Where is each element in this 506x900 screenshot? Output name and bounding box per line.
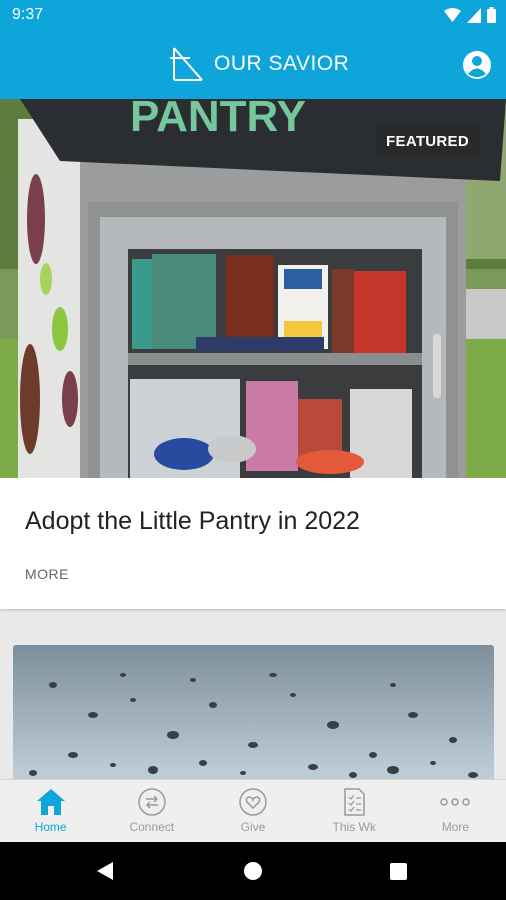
status-icons	[444, 7, 496, 23]
featured-card-image[interactable]: PANTRY FEATURED	[0, 99, 506, 478]
bottom-tab-bar: Home Connect Give This Wk More	[0, 779, 506, 842]
signal-icon	[467, 7, 481, 23]
tab-home-label: Home	[34, 820, 67, 834]
featured-card-more-link[interactable]: MORE	[25, 566, 69, 582]
home-icon	[36, 789, 65, 815]
raindrops-photo	[13, 645, 494, 779]
tab-give-label: Give	[240, 820, 266, 834]
church-logo-icon	[170, 47, 203, 81]
tab-connect-label: Connect	[129, 820, 175, 834]
brand: OUR SAVIOR	[168, 46, 349, 82]
featured-card-title[interactable]: Adopt the Little Pantry in 2022	[25, 507, 360, 536]
connect-icon	[138, 788, 166, 816]
battery-icon	[487, 7, 496, 23]
tab-this-week-label: This Wk	[332, 820, 376, 834]
status-bar: 9:37	[0, 0, 506, 30]
status-time: 9:37	[12, 6, 44, 23]
profile-button[interactable]	[462, 50, 492, 80]
home-button-icon[interactable]	[244, 862, 262, 880]
tab-this-week[interactable]: This Wk	[304, 780, 405, 842]
give-icon	[239, 788, 267, 816]
this-week-icon	[344, 788, 365, 816]
content-feed[interactable]: PANTRY FEATURED Adopt the Little Pantry …	[0, 99, 506, 779]
user-icon	[463, 51, 491, 79]
back-icon[interactable]	[97, 862, 113, 880]
featured-badge: FEATURED	[375, 125, 480, 158]
tab-give[interactable]: Give	[202, 780, 303, 842]
recents-icon[interactable]	[390, 863, 407, 880]
tab-more[interactable]: More	[405, 780, 506, 842]
more-icon	[440, 798, 471, 806]
pantry-sign-text: PANTRY	[130, 99, 306, 141]
second-card-image[interactable]	[13, 645, 494, 779]
wifi-icon	[444, 7, 461, 22]
tab-more-label: More	[441, 820, 470, 834]
tab-connect[interactable]: Connect	[101, 780, 202, 842]
system-navigation-bar	[0, 842, 506, 900]
app-title: OUR SAVIOR	[214, 52, 350, 75]
system-nav-buttons	[97, 862, 407, 880]
app-bar: OUR SAVIOR	[0, 30, 506, 99]
featured-card[interactable]: PANTRY FEATURED Adopt the Little Pantry …	[0, 99, 506, 609]
tab-home[interactable]: Home	[0, 780, 101, 842]
